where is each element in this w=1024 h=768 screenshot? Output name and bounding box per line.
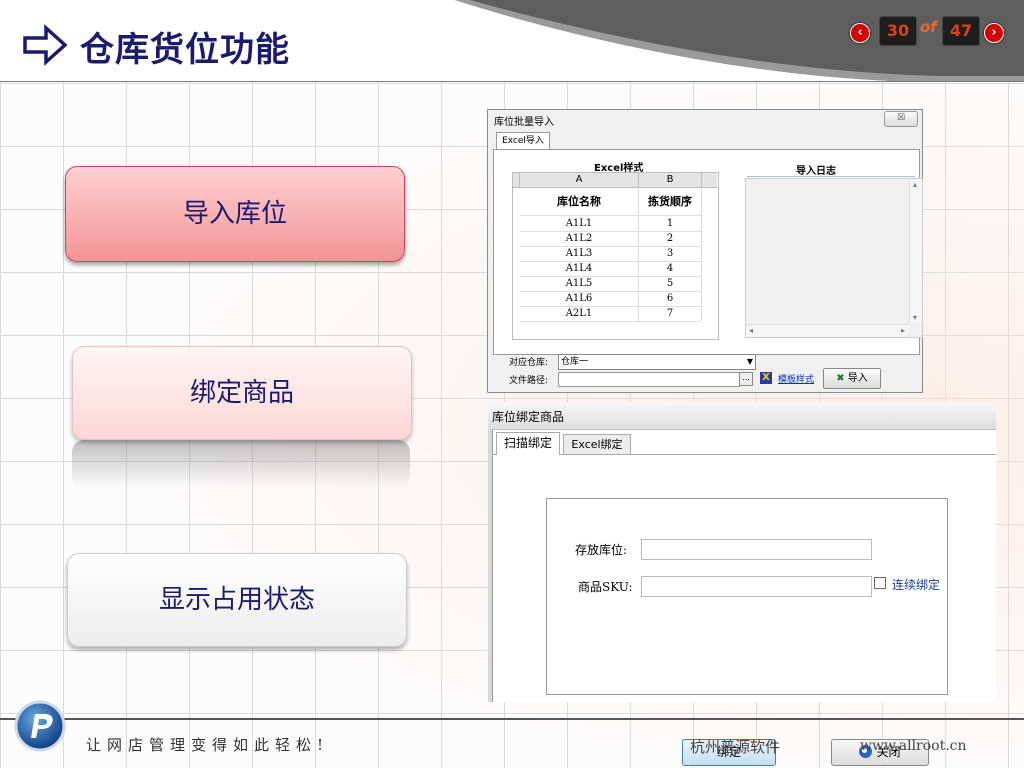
log-horizontal-scrollbar[interactable]: ◂ ▸ — [746, 324, 908, 337]
grid-cell-order: 4 — [639, 261, 702, 277]
import-log-box: ▴ ▾ ◂ ▸ — [745, 178, 923, 338]
sku-input[interactable] — [641, 576, 872, 597]
browse-button[interactable]: ... — [739, 372, 753, 386]
grid-cell-order: 1 — [639, 216, 702, 232]
close-icon[interactable]: ☒ — [884, 111, 918, 127]
window-title: 库位绑定商品 — [492, 410, 565, 424]
footer-company: 杭州普源软件 — [690, 738, 781, 756]
grid-cell-name: A2L1 — [520, 306, 639, 322]
file-path-label: 文件路径: — [509, 376, 549, 386]
header-divider — [0, 81, 1024, 82]
window-left-border — [488, 429, 493, 702]
excel-icon: X — [760, 372, 772, 384]
prev-slide-button[interactable]: ‹ — [850, 23, 870, 43]
scroll-up-icon[interactable]: ▴ — [913, 180, 917, 189]
excel-sample-grid: A B 库位名称 拣货顺序 A1L1 1 A1L2 2 A1L3 3 A1L4 … — [512, 172, 719, 340]
warehouse-select[interactable]: 仓库一 ▼ — [558, 354, 756, 370]
template-style-link[interactable]: 模板样式 — [778, 372, 814, 385]
grid-col-extra — [702, 173, 717, 188]
grid-cell-name: A1L2 — [520, 231, 639, 247]
grid-cell-order: 7 — [639, 306, 702, 322]
window-title: 库位批量导入 — [494, 117, 554, 128]
import-location-button[interactable]: 导入库位 — [65, 166, 405, 262]
footer-divider — [0, 718, 1024, 720]
import-log-underline — [747, 176, 915, 177]
company-logo-icon — [14, 700, 66, 752]
tab-excel-import[interactable]: Excel导入 — [496, 132, 550, 150]
scan-bind-panel: 存放库位: 商品SKU: 绑定 关闭 — [546, 498, 948, 766]
tab-excel-bind[interactable]: Excel绑定 — [563, 434, 631, 454]
slide-header: 仓库货位功能 ‹ 30 of 47 › — [0, 0, 1024, 82]
grid-cell-order: 5 — [639, 276, 702, 292]
continuous-bind-checkbox[interactable] — [874, 577, 886, 589]
grid-cell-name: A1L3 — [520, 246, 639, 262]
bind-button-reflection — [72, 440, 410, 488]
location-label: 存放库位: — [575, 543, 628, 557]
window-titlebar: 库位绑定商品 — [488, 402, 996, 430]
excel-icon: ✖ — [836, 373, 845, 384]
grid-cell-order: 3 — [639, 246, 702, 262]
grid-cell-name: A1L1 — [520, 216, 639, 232]
import-log-caption: 导入日志 — [796, 166, 836, 177]
footer-website: www.allroot.cn — [860, 738, 967, 754]
total-page-number: 47 — [942, 16, 980, 46]
footer-slogan: 让网店管理变得如此轻松! — [86, 736, 330, 754]
location-input[interactable] — [641, 539, 872, 560]
bind-tab-strip: 扫描绑定 Excel绑定 — [493, 432, 996, 455]
page-of-label: of — [920, 18, 937, 36]
tab-scan-bind[interactable]: 扫描绑定 — [496, 432, 560, 455]
scroll-right-icon[interactable]: ▸ — [901, 326, 905, 335]
show-occupancy-button[interactable]: 显示占用状态 — [67, 553, 407, 647]
next-slide-button[interactable]: › — [984, 23, 1004, 43]
dropdown-arrow-icon: ▼ — [746, 357, 753, 366]
grid-header-order: 拣货顺序 — [639, 189, 702, 216]
scroll-down-icon[interactable]: ▾ — [913, 313, 917, 322]
grid-col-a: A — [520, 173, 639, 188]
grid-cell-order: 6 — [639, 291, 702, 307]
file-path-input[interactable] — [558, 372, 740, 387]
scroll-left-icon[interactable]: ◂ — [749, 326, 753, 335]
warehouse-select-value: 仓库一 — [561, 357, 589, 367]
grid-corner — [513, 173, 520, 188]
grid-col-b: B — [639, 173, 702, 188]
grid-cell-name: A1L4 — [520, 261, 639, 277]
warehouse-label: 对应仓库: — [509, 358, 549, 368]
import-button-label: 导入 — [847, 373, 868, 384]
page-title: 仓库货位功能 — [80, 30, 290, 70]
location-bind-window: 库位绑定商品 扫描绑定 Excel绑定 存放库位: 商品SKU: 绑定 关闭 连… — [488, 402, 996, 766]
continuous-bind-label[interactable]: 连续绑定 — [892, 576, 940, 593]
arrow-right-icon — [23, 24, 68, 66]
import-button[interactable]: ✖ 导入 — [823, 368, 881, 389]
grid-cell-name: A1L5 — [520, 276, 639, 292]
grid-header-name: 库位名称 — [520, 189, 639, 216]
sku-label: 商品SKU: — [578, 580, 633, 594]
log-vertical-scrollbar[interactable]: ▴ ▾ — [909, 179, 922, 323]
grid-cell-order: 2 — [639, 231, 702, 247]
grid-cell-name: A1L6 — [520, 291, 639, 307]
bind-product-button[interactable]: 绑定商品 — [72, 346, 412, 440]
location-import-window: 库位批量导入 ☒ Excel导入 Excel样式 A B 库位名称 拣货顺序 A… — [487, 109, 923, 393]
current-page-number: 30 — [879, 16, 917, 46]
import-tab-panel: Excel样式 A B 库位名称 拣货顺序 A1L1 1 A1L2 2 A1L3… — [493, 149, 923, 355]
